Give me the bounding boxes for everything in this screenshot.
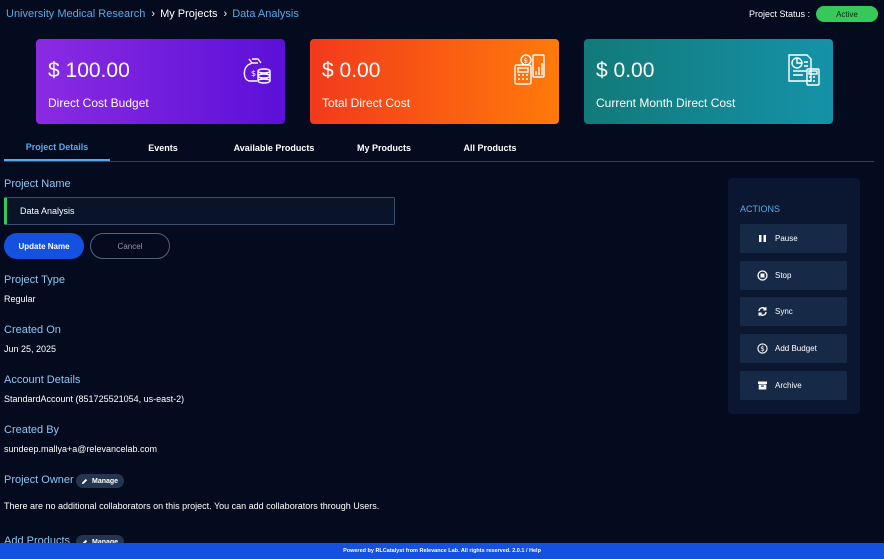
chevron-right-icon: › — [151, 8, 156, 20]
created-on-label: Created On — [4, 324, 61, 336]
breadcrumb-root-link[interactable]: University Medical Research — [6, 8, 145, 20]
card-label: Current Month Direct Cost — [596, 96, 736, 110]
manage-owner-button[interactable]: Manage — [76, 474, 125, 488]
svg-text:$: $ — [760, 345, 764, 353]
card-value: $ 100.00 — [48, 59, 130, 82]
tab-events[interactable]: Events — [110, 135, 216, 161]
tab-available-products[interactable]: Available Products — [216, 135, 332, 161]
manage-label: Manage — [92, 477, 119, 485]
cancel-button[interactable]: Cancel — [90, 233, 170, 259]
pencil-icon — [81, 478, 88, 484]
account-details-label: Account Details — [4, 374, 81, 386]
tab-all-products[interactable]: All Products — [436, 135, 544, 161]
dollar-circle-icon: $ — [755, 342, 769, 356]
total-direct-cost-card: $ 0.00 Total Direct Cost $ — [310, 39, 559, 124]
card-value: $ 0.00 — [322, 59, 381, 82]
pause-icon — [755, 232, 769, 246]
status-badge: Active — [816, 6, 878, 22]
pause-button[interactable]: Pause — [740, 224, 847, 253]
add-budget-button[interactable]: $ Add Budget — [740, 334, 847, 363]
archive-button[interactable]: Archive — [740, 371, 847, 400]
action-label: Add Budget — [775, 344, 817, 353]
stop-button[interactable]: Stop — [740, 261, 847, 290]
archive-icon — [755, 379, 769, 393]
card-label: Total Direct Cost — [322, 96, 411, 110]
direct-cost-budget-card: $ 100.00 Direct Cost Budget $ — [36, 39, 285, 124]
action-label: Sync — [775, 307, 793, 316]
calculator-icon: $ — [514, 54, 545, 85]
report-icon — [788, 54, 820, 86]
action-label: Pause — [775, 234, 798, 243]
footer-text: Powered by RLCatalyst from Relevance Lab… — [343, 548, 541, 554]
project-status: Project Status : Active — [749, 6, 878, 22]
sync-icon — [755, 305, 769, 319]
svg-text:$: $ — [524, 57, 528, 65]
collaborators-text: There are no additional collaborators on… — [4, 501, 380, 511]
project-status-label: Project Status : — [748, 9, 810, 19]
tab-project-details[interactable]: Project Details — [4, 135, 110, 161]
project-name-input[interactable]: Data Analysis — [4, 197, 395, 225]
action-label: Archive — [775, 381, 802, 390]
top-bar: University Medical Research › My Project… — [0, 0, 884, 28]
action-label: Stop — [775, 271, 792, 280]
breadcrumb-current: Data Analysis — [232, 8, 299, 20]
money-bag-icon: $ — [243, 58, 271, 84]
tab-bar: Project Details Events Available Product… — [4, 135, 874, 161]
breadcrumb: University Medical Research › My Project… — [6, 8, 299, 20]
tab-my-products[interactable]: My Products — [332, 135, 436, 161]
created-by-value: sundeep.mallya+a@relevancelab.com — [4, 444, 157, 454]
created-by-label: Created By — [4, 424, 60, 436]
project-owner-label: Project Owner — [4, 474, 74, 486]
actions-title: ACTIONS — [740, 204, 781, 214]
account-details-value: StandardAccount (851725521054, us-east-2… — [4, 394, 185, 404]
card-value: $ 0.00 — [596, 59, 655, 82]
card-label: Direct Cost Budget — [48, 96, 149, 110]
current-month-direct-cost-card: $ 0.00 Current Month Direct Cost — [584, 39, 833, 124]
project-type-value: Regular — [4, 294, 36, 304]
stop-icon — [755, 269, 769, 283]
footer: Powered by RLCatalyst from Relevance Lab… — [0, 543, 884, 559]
project-name-label: Project Name — [4, 178, 71, 190]
svg-text:$: $ — [251, 69, 256, 78]
created-on-value: Jun 25, 2025 — [4, 344, 57, 354]
project-type-label: Project Type — [4, 274, 65, 286]
update-name-button[interactable]: Update Name — [4, 233, 84, 259]
chevron-right-icon: › — [223, 8, 228, 20]
actions-panel: ACTIONS Pause Stop Sync $ Add Budget Arc… — [728, 178, 860, 414]
sync-button[interactable]: Sync — [740, 297, 847, 326]
breadcrumb-my-projects-link[interactable]: My Projects — [160, 8, 217, 20]
tab-divider — [4, 161, 874, 162]
